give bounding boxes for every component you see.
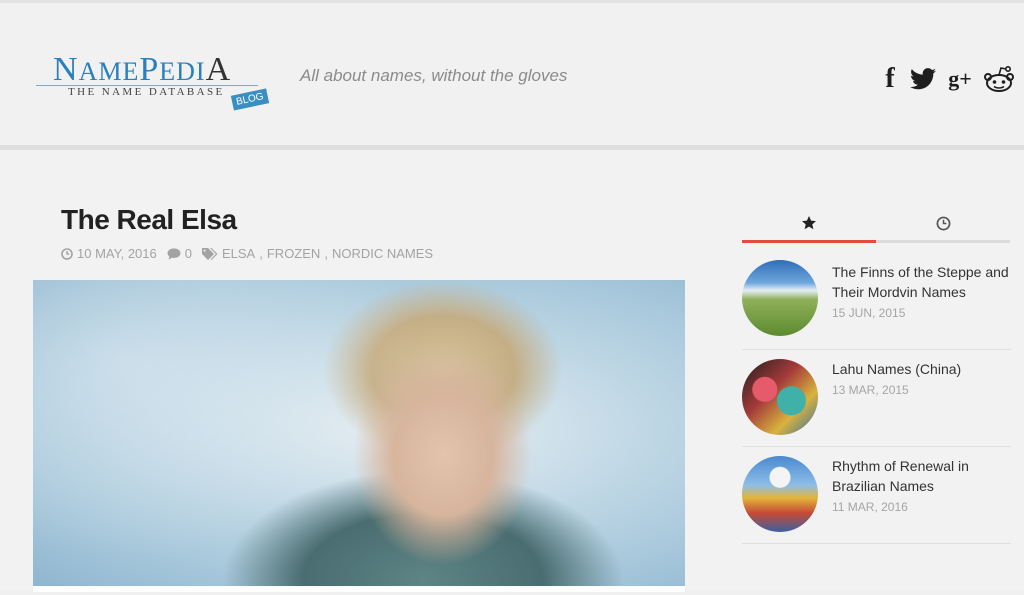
logo-subtitle: THE NAME DATABASE [68, 86, 225, 98]
reddit-icon[interactable] [984, 63, 1014, 95]
post-title[interactable]: The Real Elsa [61, 204, 237, 236]
facebook-icon[interactable]: f [880, 63, 900, 95]
list-item-date: 15 JUN, 2015 [832, 306, 906, 320]
post-comments[interactable]: 0 [167, 246, 192, 261]
list-item-title[interactable]: The Finns of the Steppe and Their Mordvi… [832, 262, 1012, 302]
star-icon [802, 216, 816, 230]
main-content: The Real Elsa 10 MAY, 2016 0 ELSA, FROZE… [0, 150, 1024, 592]
post-date: 10 MAY, 2016 [61, 246, 157, 261]
tag-link[interactable]: NORDIC NAMES [332, 246, 433, 261]
clock-icon [61, 247, 73, 260]
post-thumbnail[interactable] [742, 359, 818, 435]
site-tagline: All about names, without the gloves [300, 66, 568, 85]
site-logo[interactable]: NAMEPEDIA THE NAME DATABASE BLOG [36, 51, 269, 115]
comment-icon [167, 247, 181, 259]
post-thumbnail[interactable] [742, 456, 818, 532]
post-meta: 10 MAY, 2016 0 ELSA, FROZEN, NORDIC NAME… [61, 246, 433, 261]
post-tags: ELSA, FROZEN, NORDIC NAMES [201, 246, 433, 261]
tag-link[interactable]: ELSA [222, 246, 255, 261]
list-item[interactable]: The Finns of the Steppe and Their Mordvi… [742, 253, 1011, 350]
site-header: NAMEPEDIA THE NAME DATABASE BLOG All abo… [0, 3, 1024, 150]
list-item-title[interactable]: Rhythm of Renewal in Brazilian Names [832, 456, 1012, 496]
logo-title: NAMEPEDIA [53, 51, 232, 88]
list-item-date: 11 MAR, 2016 [832, 500, 908, 514]
tag-link[interactable]: FROZEN [267, 246, 320, 261]
social-links: f g+ [880, 63, 1014, 95]
post-body-edge [33, 586, 685, 592]
post-featured-image[interactable] [33, 280, 685, 586]
tags-icon [201, 247, 218, 260]
sidebar-tabs [742, 206, 1011, 243]
google-plus-icon[interactable]: g+ [946, 63, 974, 95]
list-item-title[interactable]: Lahu Names (China) [832, 359, 1012, 379]
twitter-icon[interactable] [910, 63, 936, 95]
post-thumbnail[interactable] [742, 260, 818, 336]
tab-recent[interactable] [876, 206, 1010, 243]
list-item[interactable]: Lahu Names (China) 13 MAR, 2015 [742, 350, 1011, 447]
popular-posts-list: The Finns of the Steppe and Their Mordvi… [742, 253, 1011, 544]
logo-blog-badge: BLOG [230, 88, 269, 111]
list-item-date: 13 MAR, 2015 [832, 383, 909, 397]
clock-icon [936, 216, 950, 230]
list-item[interactable]: Rhythm of Renewal in Brazilian Names 11 … [742, 447, 1011, 544]
tab-popular[interactable] [742, 206, 876, 243]
